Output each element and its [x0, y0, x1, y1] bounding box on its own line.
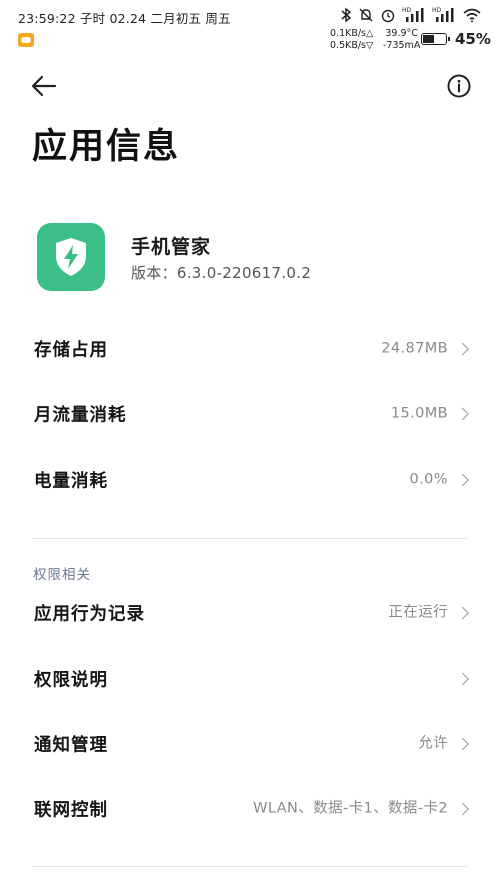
network-speed: 0.1KB/s△ 0.5KB/s▽ — [330, 28, 373, 52]
hd-label: HD — [432, 7, 442, 14]
battery-fill — [423, 35, 434, 43]
chevron-right-icon — [456, 672, 469, 686]
app-version: 版本：6.3.0-220617.0.2 — [131, 264, 312, 282]
row-value: WLAN、数据-卡1、数据-卡2 — [253, 800, 448, 817]
monthly-data-usage-row[interactable]: 月流量消耗 15.0MB — [0, 382, 500, 446]
row-value: 15.0MB — [390, 405, 448, 422]
battery-percent: 45% — [455, 30, 491, 48]
row-value: 正在运行 — [388, 604, 448, 621]
status-icons: HD HD — [340, 6, 482, 23]
status-datetime: 23:59:22 子时 02.24 二月初五 周五 — [18, 11, 231, 26]
network-control-row[interactable]: 联网控制 WLAN、数据-卡1、数据-卡2 — [0, 777, 500, 841]
row-label: 联网控制 — [34, 800, 108, 821]
chevron-right-icon — [456, 407, 469, 421]
permission-description-row[interactable]: 权限说明 — [0, 647, 500, 711]
upload-speed: 0.1KB/s△ — [330, 28, 374, 39]
row-label: 权限说明 — [34, 670, 108, 691]
hd-signal-icon: HD — [402, 7, 424, 22]
hd-signal-icon: HD — [432, 7, 454, 22]
back-button[interactable] — [30, 72, 60, 100]
app-icon — [37, 223, 105, 291]
row-value: 24.87MB — [381, 340, 448, 357]
hd-label: HD — [402, 7, 412, 14]
download-speed: 0.5KB/s▽ — [330, 40, 374, 51]
page-title: 应用信息 — [32, 127, 181, 167]
alarm-icon — [381, 9, 395, 22]
notification-cloud-icon — [18, 33, 34, 47]
app-details-button[interactable] — [446, 73, 472, 99]
shield-lightning-icon — [56, 238, 86, 276]
wifi-icon — [463, 8, 481, 22]
row-label: 电量消耗 — [34, 471, 108, 492]
chevron-right-icon — [456, 342, 469, 356]
chevron-right-icon — [456, 473, 469, 487]
bluetooth-icon — [341, 7, 352, 22]
section-divider — [33, 866, 467, 867]
chevron-right-icon — [456, 737, 469, 751]
battery-temperature: 39.9°C — [385, 28, 418, 39]
storage-usage-row[interactable]: 存储占用 24.87MB — [0, 317, 500, 381]
notification-management-row[interactable]: 通知管理 允许 — [0, 712, 500, 776]
section-divider — [33, 538, 467, 539]
battery-stats: 39.9°C -735mA — [383, 28, 420, 52]
row-label: 存储占用 — [34, 340, 108, 361]
battery-icon — [421, 33, 450, 45]
battery-current: -735mA — [383, 40, 421, 51]
info-icon — [447, 74, 471, 98]
row-label: 应用行为记录 — [34, 604, 145, 625]
back-arrow-icon — [31, 75, 57, 97]
app-behavior-log-row[interactable]: 应用行为记录 正在运行 — [0, 581, 500, 645]
row-label: 月流量消耗 — [34, 405, 127, 426]
mute-icon — [359, 8, 373, 21]
status-bar: 23:59:22 子时 02.24 二月初五 周五 HD HD 0.1KB/s△… — [0, 0, 500, 56]
row-value: 允许 — [418, 735, 448, 752]
row-value: 0.0% — [409, 471, 448, 488]
chevron-right-icon — [456, 606, 469, 620]
row-label: 通知管理 — [34, 735, 108, 756]
chevron-right-icon — [456, 802, 469, 816]
battery-usage-row[interactable]: 电量消耗 0.0% — [0, 448, 500, 512]
app-name: 手机管家 — [131, 236, 212, 258]
section-title-permissions: 权限相关 — [33, 567, 91, 583]
